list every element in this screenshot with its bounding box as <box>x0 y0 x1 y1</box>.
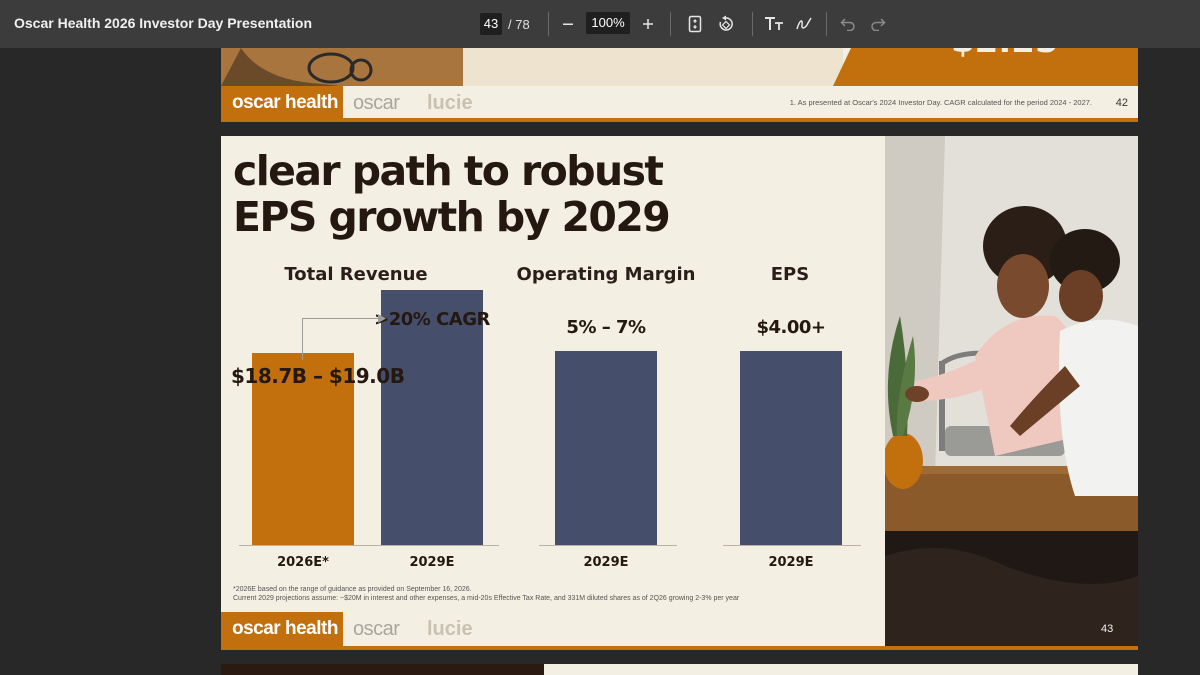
bar-value-label-eps: $4.00+ <box>756 317 826 338</box>
oscar-logo: oscar <box>353 92 400 114</box>
slide-content: clear path to robust EPS growth by 2029 … <box>221 136 885 646</box>
page-number-input[interactable]: 43 <box>480 13 502 35</box>
zoom-out-button[interactable] <box>556 12 580 36</box>
slide-43-page-number: 43 <box>1101 623 1114 635</box>
chart-title-total-revenue: Total Revenue <box>284 264 428 285</box>
slide-headline: clear path to robust EPS growth by 2029 <box>233 147 671 241</box>
slide-43-footer: oscar health oscar lucie <box>221 612 885 646</box>
arrow-head-icon <box>378 314 386 323</box>
draw-tool-button[interactable] <box>792 12 816 36</box>
chart-baseline <box>723 545 861 546</box>
text-tool-button[interactable] <box>762 12 786 36</box>
minus-icon <box>563 23 573 25</box>
toolbar-divider <box>826 12 827 36</box>
slide-edge <box>221 646 1138 650</box>
chart-title-operating-margin: Operating Margin <box>516 264 696 285</box>
toolbar-divider <box>752 12 753 36</box>
category-label-2029e: 2029E <box>768 555 814 570</box>
undo-icon <box>840 18 855 31</box>
lucie-logo: lucie <box>427 618 473 640</box>
svg-text:$2.25: $2.25 <box>951 48 1059 61</box>
page-navigator: 43 / 78 <box>480 12 530 36</box>
redo-button[interactable] <box>866 12 890 36</box>
oscar-health-logo: oscar health <box>221 86 343 120</box>
slide-42-artwork: $2.25 <box>221 48 1138 86</box>
redo-icon <box>871 18 886 31</box>
lucie-logo: lucie <box>427 92 473 114</box>
slide-42: $2.25 oscar health oscar lucie 1. As pre… <box>221 48 1138 122</box>
slide-42-page-number: 42 <box>1115 97 1128 109</box>
slide-44-artwork <box>221 664 544 675</box>
text-size-icon <box>765 17 783 30</box>
headline-line-2: EPS growth by 2029 <box>233 193 671 241</box>
bar-value-label-operating-margin: 5% – 7% <box>566 317 646 338</box>
page-total: / 78 <box>508 16 530 32</box>
fit-page-icon <box>688 15 702 33</box>
slide-44 <box>221 664 1138 675</box>
footnote-line-2: Current 2029 projections assume: ~$20M i… <box>233 595 740 602</box>
cagr-arrow-horizontal <box>302 318 380 319</box>
oscar-health-logo: oscar health <box>221 612 343 646</box>
undo-button[interactable] <box>836 12 860 36</box>
toolbar-divider <box>548 12 549 36</box>
headline-line-1: clear path to robust <box>233 147 664 195</box>
bar-operating-margin-2029e <box>555 351 657 545</box>
slide-43: clear path to robust EPS growth by 2029 … <box>221 136 1138 650</box>
document-title: Oscar Health 2026 Investor Day Presentat… <box>14 15 313 31</box>
plus-icon <box>643 19 653 29</box>
bar-value-label-revenue-2026e: $18.7B – $19.0B <box>231 364 405 388</box>
bar-value-label-revenue-2029e: >20% CAGR <box>374 309 490 330</box>
slide-edge <box>221 118 1138 122</box>
slide-footnote: *2026E based on the range of guidance as… <box>233 585 739 603</box>
toolbar-divider <box>670 12 671 36</box>
category-label-2029e: 2029E <box>409 555 455 570</box>
slide-42-footnote: 1. As presented at Oscar's 2024 Investor… <box>789 98 1092 107</box>
rotate-icon <box>719 15 733 31</box>
zoom-in-button[interactable] <box>636 12 660 36</box>
bar-eps-2029e <box>740 351 842 545</box>
slide-photo <box>885 136 1138 646</box>
chart-baseline <box>239 545 499 546</box>
rotate-button[interactable] <box>714 12 738 36</box>
draw-icon <box>796 17 812 30</box>
chart-baseline <box>539 545 677 546</box>
category-label-2029e: 2029E <box>583 555 629 570</box>
zoom-level-input[interactable]: 100% <box>586 12 630 34</box>
oscar-logo: oscar <box>353 618 400 640</box>
pdf-toolbar: Oscar Health 2026 Investor Day Presentat… <box>0 0 1200 48</box>
footnote-line-1: *2026E based on the range of guidance as… <box>233 586 472 593</box>
chart-title-eps: EPS <box>770 264 810 285</box>
cagr-arrow-vertical <box>302 318 303 360</box>
slide-42-footer: oscar health oscar lucie 1. As presented… <box>221 86 1138 120</box>
fit-to-page-button[interactable] <box>683 12 707 36</box>
category-label-2026e: 2026E* <box>277 555 329 570</box>
